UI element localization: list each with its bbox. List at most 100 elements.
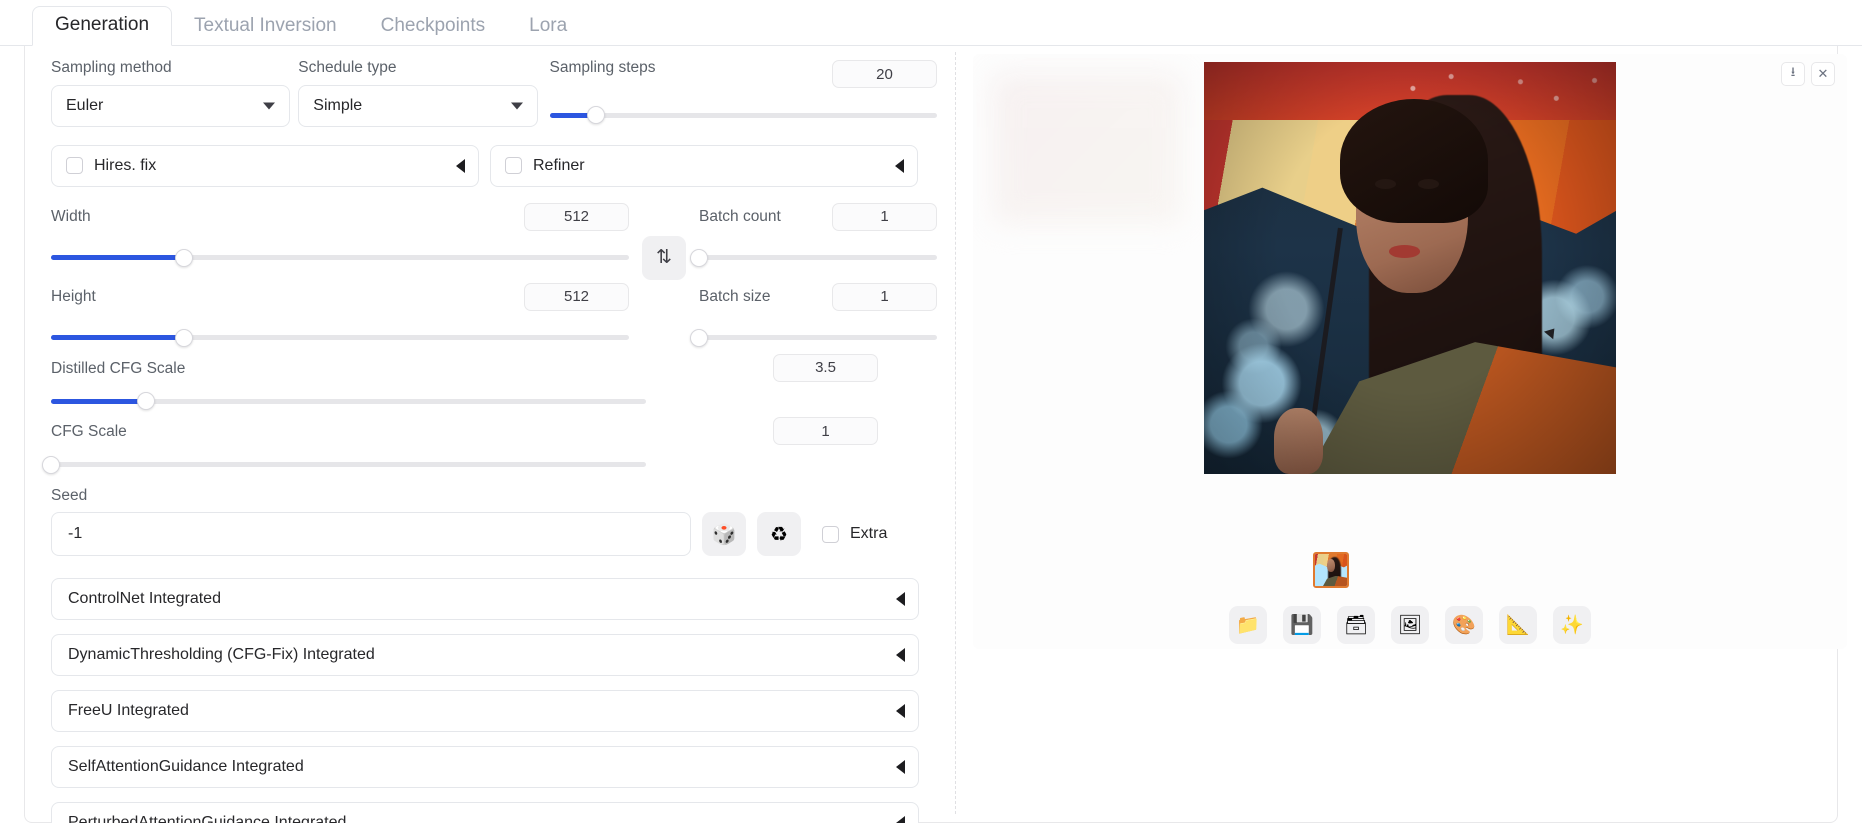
chevron-left-icon (896, 816, 905, 823)
card-file-box-icon: 🗃 (1343, 615, 1369, 636)
generation-panel: Sampling method Euler Schedule type Simp… (24, 46, 1847, 823)
image-canvas (973, 54, 1847, 549)
triangular-ruler-icon: 📐 (1506, 615, 1530, 636)
hires-fix-label: Hires. fix (94, 156, 157, 174)
sampling-method-value: Euler (66, 96, 104, 114)
send-to-extras-button[interactable]: 📐 (1499, 606, 1537, 644)
settings-column: Sampling method Euler Schedule type Simp… (25, 46, 955, 823)
batch-count-slider[interactable] (690, 248, 937, 267)
loading-ghost (993, 74, 1183, 224)
dimensions-batch-row: Width 512 Height 512 ⇅ Batch count 1 Bat… (51, 202, 937, 347)
batch-size-input[interactable]: 1 (832, 282, 937, 311)
batch-group: Batch count 1 Batch size 1 (690, 202, 937, 347)
stable-diffusion-webui: Generation Textual Inversion Checkpoints… (0, 0, 1862, 823)
slider-knob[interactable] (174, 328, 193, 347)
sampling-steps-slider[interactable] (549, 106, 937, 124)
chevron-left-icon (456, 158, 465, 173)
framed-picture-icon: 🖼 (1397, 615, 1423, 636)
accordion-freeu[interactable]: FreeU Integrated (51, 690, 919, 732)
accordion-perturbed-attention-guidance[interactable]: PerturbedAttentionGuidance Integrated (51, 802, 919, 823)
accordion-label: PerturbedAttentionGuidance Integrated (68, 814, 347, 823)
close-image-button[interactable]: ✕ (1811, 62, 1835, 86)
send-to-inpaint-button[interactable]: 🎨 (1445, 606, 1483, 644)
schedule-type-select[interactable]: Simple (298, 84, 538, 127)
tab-textual-inversion[interactable]: Textual Inversion (172, 10, 359, 45)
height-input[interactable]: 512 (524, 282, 629, 311)
sampling-steps-group: Sampling steps 20 (549, 60, 937, 127)
batch-size-label: Batch size (699, 287, 771, 305)
artist-palette-icon: 🎨 (1452, 615, 1476, 636)
height-slider[interactable] (51, 328, 629, 347)
extra-checkbox[interactable] (822, 525, 839, 543)
tab-lora-label: Lora (529, 15, 568, 36)
swap-dimensions-button[interactable]: ⇅ (642, 235, 686, 280)
generated-image[interactable] (1204, 62, 1616, 474)
tab-generation[interactable]: Generation (32, 6, 173, 46)
close-icon: ✕ (1817, 66, 1829, 81)
randomize-seed-button[interactable]: 🎲 (702, 512, 746, 556)
width-slider[interactable] (51, 248, 629, 267)
accordion-label: SelfAttentionGuidance Integrated (68, 758, 304, 775)
chevron-left-icon (896, 592, 905, 606)
folder-icon: 📁 (1236, 615, 1260, 636)
slider-fill (51, 398, 147, 404)
schedule-type-value: Simple (313, 96, 363, 114)
slider-knob[interactable] (587, 106, 606, 124)
chevron-left-icon (896, 760, 905, 774)
accordion-dynamic-thresholding[interactable]: DynamicThresholding (CFG-Fix) Integrated (51, 634, 919, 676)
extensions-accordion-list: ControlNet Integrated DynamicThresholdin… (51, 578, 937, 823)
image-action-toolbar: 📁 💾 🗃 🖼 🎨 📐 ✨ (973, 554, 1847, 644)
tab-lora[interactable]: Lora (507, 10, 589, 45)
seed-input[interactable]: -1 (51, 512, 691, 556)
sampling-method-select[interactable]: Euler (51, 84, 291, 127)
accordion-controlnet[interactable]: ControlNet Integrated (51, 578, 919, 620)
download-image-button[interactable]: ⭳ (1781, 62, 1805, 86)
image-vignette (1204, 62, 1616, 474)
slider-fill (51, 255, 184, 260)
image-viewer: ⭳ ✕ 📁 💾 🗃 🖼 🎨 📐 ✨ (973, 54, 1847, 649)
cfg-scale-input[interactable]: 1 (773, 417, 878, 445)
sampling-method-group: Sampling method Euler (51, 59, 291, 127)
save-zip-button[interactable]: 🗃 (1337, 606, 1375, 644)
slider-knob[interactable] (174, 248, 193, 267)
refiner-accordion[interactable]: Refiner (490, 144, 918, 187)
slider-track (51, 462, 646, 467)
sampling-steps-input[interactable]: 20 (832, 60, 937, 88)
refiner-checkbox[interactable] (505, 157, 522, 174)
tab-checkpoints[interactable]: Checkpoints (359, 10, 508, 45)
slider-track (549, 112, 937, 118)
batch-size-slider[interactable] (690, 328, 937, 347)
upscale-button[interactable]: ✨ (1553, 606, 1591, 644)
height-label: Height (51, 287, 96, 305)
download-icon: ⭳ (1790, 64, 1796, 79)
cfg-scale-group: CFG Scale 1 (42, 417, 937, 474)
extra-label: Extra (850, 525, 888, 542)
sampling-row: Sampling method Euler Schedule type Simp… (51, 60, 937, 127)
tab-checkpoints-label: Checkpoints (380, 15, 486, 36)
refiner-label: Refiner (533, 156, 585, 174)
slider-knob[interactable] (690, 328, 708, 347)
slider-track (699, 255, 937, 260)
seed-label: Seed (51, 486, 88, 504)
save-button[interactable]: 💾 (1283, 606, 1321, 644)
slider-knob[interactable] (42, 455, 60, 474)
hires-fix-checkbox[interactable] (66, 157, 83, 174)
reuse-seed-button[interactable]: ♻ (757, 512, 801, 556)
accordion-label: DynamicThresholding (CFG-Fix) Integrated (68, 646, 375, 663)
accordion-self-attention-guidance[interactable]: SelfAttentionGuidance Integrated (51, 746, 919, 788)
open-folder-button[interactable]: 📁 (1229, 606, 1267, 644)
slider-knob[interactable] (690, 248, 708, 267)
distilled-cfg-input[interactable]: 3.5 (773, 353, 878, 382)
distilled-cfg-slider[interactable] (51, 392, 646, 410)
chevron-left-icon (896, 704, 905, 718)
send-to-img2img-button[interactable]: 🖼 (1391, 606, 1429, 644)
hires-fix-accordion[interactable]: Hires. fix (51, 144, 479, 187)
chevron-left-icon (896, 648, 905, 662)
cfg-scale-slider[interactable] (42, 455, 646, 474)
chevron-down-icon (263, 102, 276, 109)
sparkles-icon: ✨ (1560, 615, 1584, 636)
sampling-method-label: Sampling method (51, 59, 172, 76)
batch-count-input[interactable]: 1 (832, 202, 937, 231)
width-input[interactable]: 512 (524, 202, 629, 231)
slider-knob[interactable] (137, 392, 156, 410)
